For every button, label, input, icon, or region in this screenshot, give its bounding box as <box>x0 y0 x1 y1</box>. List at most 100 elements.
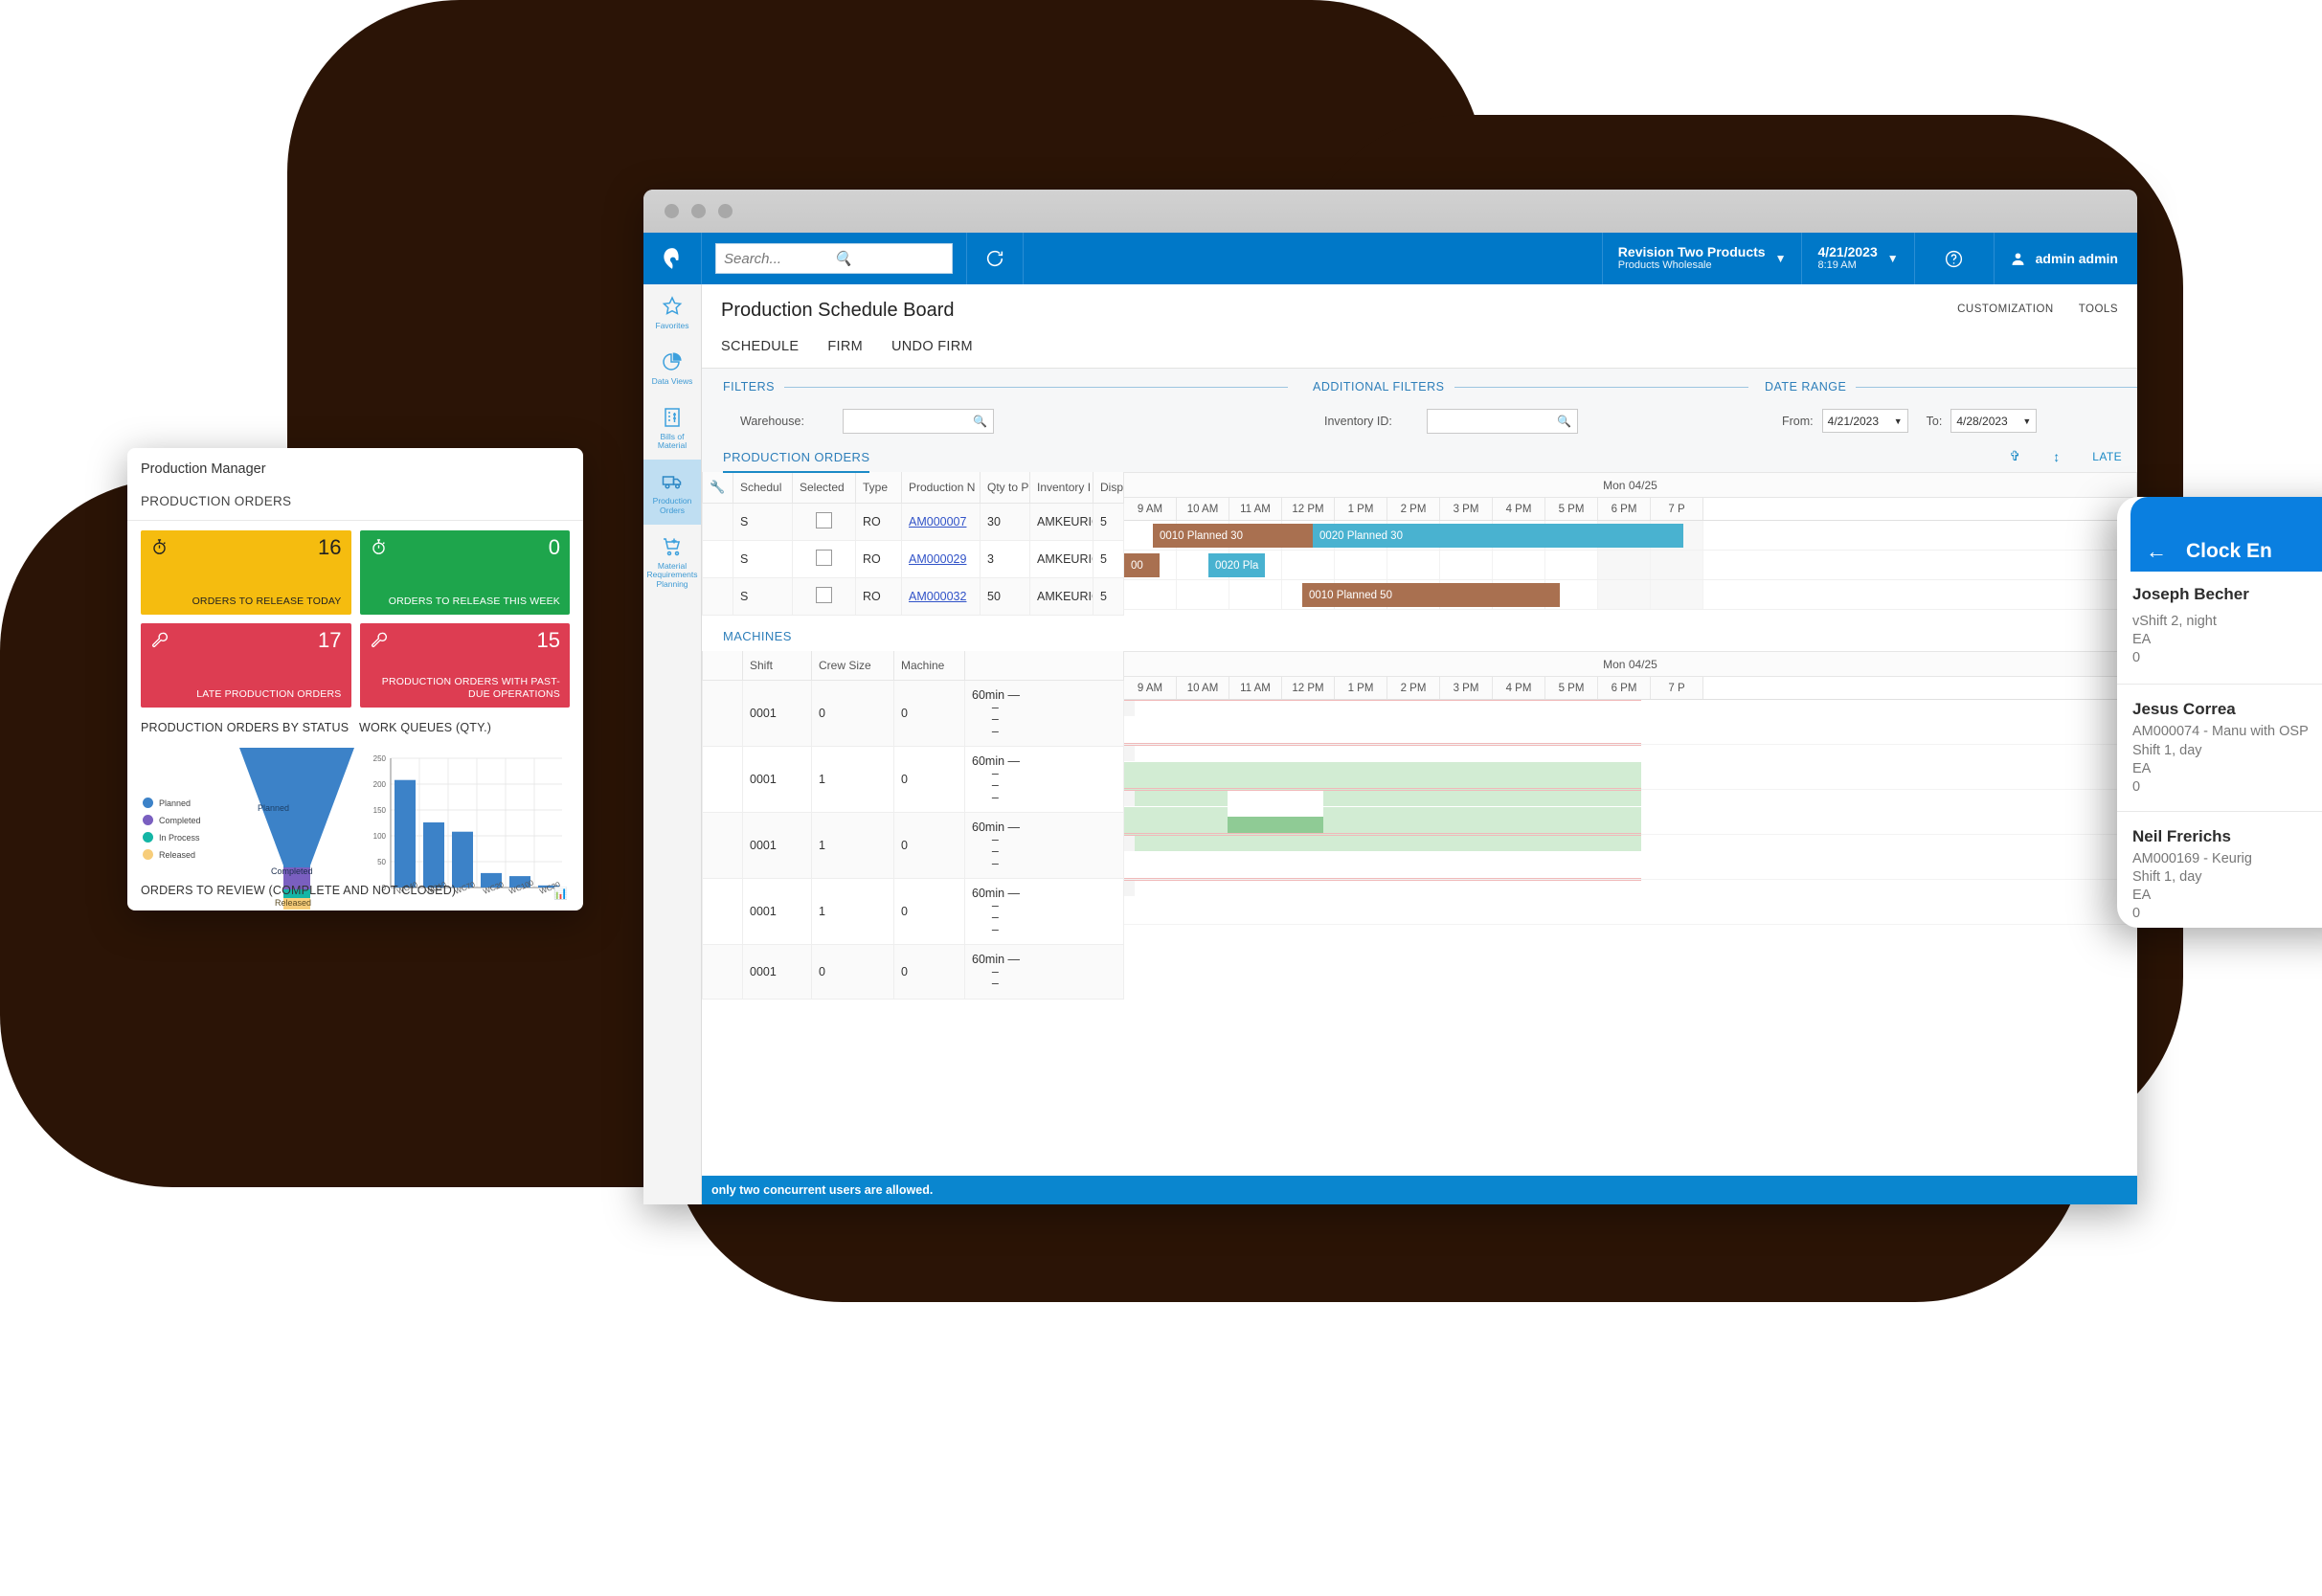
arrow-left-icon[interactable]: ← <box>2146 541 2167 562</box>
window-dot-close[interactable] <box>665 204 679 218</box>
gantt-bar[interactable]: 0020 Planned 30 <box>1313 524 1683 548</box>
gantt-machine-row[interactable] <box>1124 745 2137 806</box>
gantt-hour-tick: 4 PM <box>1493 498 1545 520</box>
action-undo-firm[interactable]: UNDO FIRM <box>891 339 973 354</box>
table-row[interactable]: 0001 0 0 60min — – – – <box>702 680 1124 747</box>
gantt-bar[interactable]: 0010 Planned 50 <box>1302 583 1560 607</box>
gantt-bar[interactable]: 0010 Planned 30 <box>1153 524 1319 548</box>
lookup-icon[interactable]: 🔍 <box>973 415 987 428</box>
move-arrows-icon[interactable]: ✞ <box>2010 448 2021 464</box>
action-firm[interactable]: FIRM <box>827 339 863 354</box>
to-date-input[interactable]: 4/28/2023 ▼ <box>1950 409 2038 433</box>
work-queues-chart[interactable]: WORK QUEUES (QTY.) 250 200 150 100 50 0 <box>359 721 570 910</box>
table-row[interactable]: 0001 1 0 60min — – – – <box>702 812 1124 879</box>
search-icon[interactable]: 🔍 <box>834 250 944 267</box>
gantt-row[interactable]: 00 0020 Pla <box>1124 551 2137 580</box>
col-production-nbr[interactable]: Production N <box>901 472 981 504</box>
window-dot-maximize[interactable] <box>718 204 733 218</box>
col-schedule[interactable]: Schedul <box>733 472 793 504</box>
chart-type-icon[interactable]: 📊 <box>553 887 568 900</box>
app-logo-icon[interactable] <box>643 233 702 284</box>
sidebar-item-favorites[interactable]: Favorites <box>643 284 701 340</box>
kpi-tile-past-due-operations[interactable]: 15 PRODUCTION ORDERS WITH PAST-DUE OPERA… <box>359 623 570 708</box>
svg-text:100: 100 <box>373 832 387 841</box>
kpi-tile-orders-to-release-this-week[interactable]: 0 ORDERS TO RELEASE THIS WEEK <box>359 530 570 615</box>
col-shift[interactable]: Shift <box>742 651 812 681</box>
chevron-down-icon[interactable]: ▼ <box>1894 416 1903 426</box>
funnel-chart[interactable]: PRODUCTION ORDERS BY STATUS Planned Comp… <box>141 721 354 910</box>
sidebar-item-bills-of-material[interactable]: Bills of Material <box>643 395 701 461</box>
cell-qty: 30 <box>980 503 1030 541</box>
order-link[interactable]: AM000007 <box>909 515 966 528</box>
resize-vertical-icon[interactable]: ↕ <box>2053 449 2060 464</box>
col-inventory-id[interactable]: Inventory I <box>1029 472 1093 504</box>
table-row[interactable]: S RO AM000032 50 AMKEURIG 5 <box>702 577 1124 616</box>
warehouse-input[interactable]: 🔍 <box>843 409 994 434</box>
menu-customization[interactable]: CUSTOMIZATION <box>1957 303 2054 315</box>
gantt-hour-tick: 10 AM <box>1177 498 1229 520</box>
col-qty-to-produce[interactable]: Qty to P <box>980 472 1030 504</box>
table-row[interactable]: S RO AM000029 3 AMKEURIG 5 <box>702 540 1124 578</box>
gantt-hour-tick: 11 AM <box>1229 498 1282 520</box>
kpi-label: ORDERS TO RELEASE TODAY <box>192 595 342 607</box>
col-ticks <box>964 651 1124 681</box>
table-row[interactable]: 0001 1 0 60min — – – – <box>702 746 1124 813</box>
tab-production-orders[interactable]: PRODUCTION ORDERS <box>723 450 870 473</box>
action-schedule[interactable]: SCHEDULE <box>721 339 799 354</box>
col-machines[interactable]: Machine <box>893 651 965 681</box>
list-item[interactable]: Neil Frerichs AM000169 - Keurig Shift 1,… <box>2117 812 2322 928</box>
chevron-down-icon[interactable]: ▼ <box>1775 252 1787 265</box>
gantt-row[interactable]: 0010 Planned 30 0020 Planned 30 <box>1124 521 2137 551</box>
list-item[interactable]: Joseph Becher vShift 2, night EA 0 <box>2117 585 2322 686</box>
row-checkbox[interactable] <box>816 587 832 603</box>
kpi-tile-late-production-orders[interactable]: 17 LATE PRODUCTION ORDERS <box>141 623 351 708</box>
table-row[interactable]: 0001 1 0 60min — – – – <box>702 878 1124 945</box>
col-type[interactable]: Type <box>855 472 902 504</box>
col-selected[interactable]: Selected <box>792 472 856 504</box>
global-search[interactable]: Search... 🔍 <box>702 233 966 284</box>
chevron-down-icon[interactable]: ▼ <box>2022 416 2031 426</box>
sidebar-item-production-orders[interactable]: Production Orders <box>643 460 701 525</box>
order-link[interactable]: AM000032 <box>909 590 966 603</box>
employee-order: AM000169 - Keurig <box>2132 850 2252 866</box>
row-checkbox[interactable] <box>816 512 832 528</box>
lookup-icon[interactable]: 🔍 <box>1557 415 1571 428</box>
user-menu[interactable]: admin admin <box>1993 233 2137 284</box>
col-crew-size[interactable]: Crew Size <box>811 651 894 681</box>
gantt-row[interactable]: 0010 Planned 50 <box>1124 580 2137 610</box>
menu-tools[interactable]: TOOLS <box>2079 303 2118 315</box>
col-dispatch[interactable]: Dispatc <box>1093 472 1124 504</box>
gantt-machine-row[interactable] <box>1124 880 2137 925</box>
machines-section-label: MACHINES <box>723 629 792 643</box>
gantt-machine-row[interactable] <box>1124 790 2137 851</box>
kpi-tile-orders-to-release-today[interactable]: 16 ORDERS TO RELEASE TODAY <box>141 530 351 615</box>
business-date-selector[interactable]: 4/21/2023 8:19 AM ▼ <box>1801 233 1913 284</box>
row-checkbox[interactable] <box>816 550 832 566</box>
gantt-machine-row[interactable] <box>1124 700 2137 745</box>
tenant-selector[interactable]: Revision Two Products Products Wholesale… <box>1601 233 1802 284</box>
table-row[interactable]: 0001 0 0 60min — – – <box>702 944 1124 1000</box>
gantt-machine-row[interactable] <box>1124 835 2137 880</box>
from-date-input[interactable]: 4/21/2023 ▼ <box>1821 409 1908 433</box>
late-filter-label[interactable]: LATE <box>2092 450 2122 463</box>
funnel-segment-label: Released <box>275 898 312 908</box>
orders-gantt[interactable]: Mon 04/25 9 AM 10 AM 11 AM 12 PM 1 PM 2 … <box>1124 472 2137 610</box>
search-input[interactable]: Search... 🔍 <box>715 243 953 274</box>
gantt-bar[interactable]: 0020 Pla <box>1208 553 1265 577</box>
inventory-input[interactable]: 🔍 <box>1427 409 1578 434</box>
sidebar-item-data-views[interactable]: Data Views <box>643 340 701 395</box>
sidebar-item-material-requirements-planning[interactable]: Material Requirements Planning <box>643 525 701 598</box>
legend-label: In Process <box>159 832 200 843</box>
table-row[interactable]: S RO AM000007 30 AMKEURIG 5 <box>702 503 1124 541</box>
machines-gantt[interactable]: Mon 04/25 9 AM 10 AM 11 AM 12 PM 1 PM 2 … <box>1124 651 2137 925</box>
window-dot-minimize[interactable] <box>691 204 706 218</box>
help-circle-icon[interactable] <box>1913 233 1994 284</box>
cell-type: RO <box>855 577 902 616</box>
refresh-icon[interactable] <box>966 233 1024 284</box>
col-wrench[interactable]: 🔧 <box>702 472 733 504</box>
chevron-down-icon[interactable]: ▼ <box>1887 252 1899 265</box>
funnel-chart-title: PRODUCTION ORDERS BY STATUS <box>141 721 349 734</box>
order-link[interactable]: AM000029 <box>909 552 966 566</box>
gantt-bar[interactable]: 00 <box>1124 553 1160 577</box>
list-item[interactable]: Jesus Correa AM000074 - Manu with OSP Sh… <box>2117 685 2322 812</box>
